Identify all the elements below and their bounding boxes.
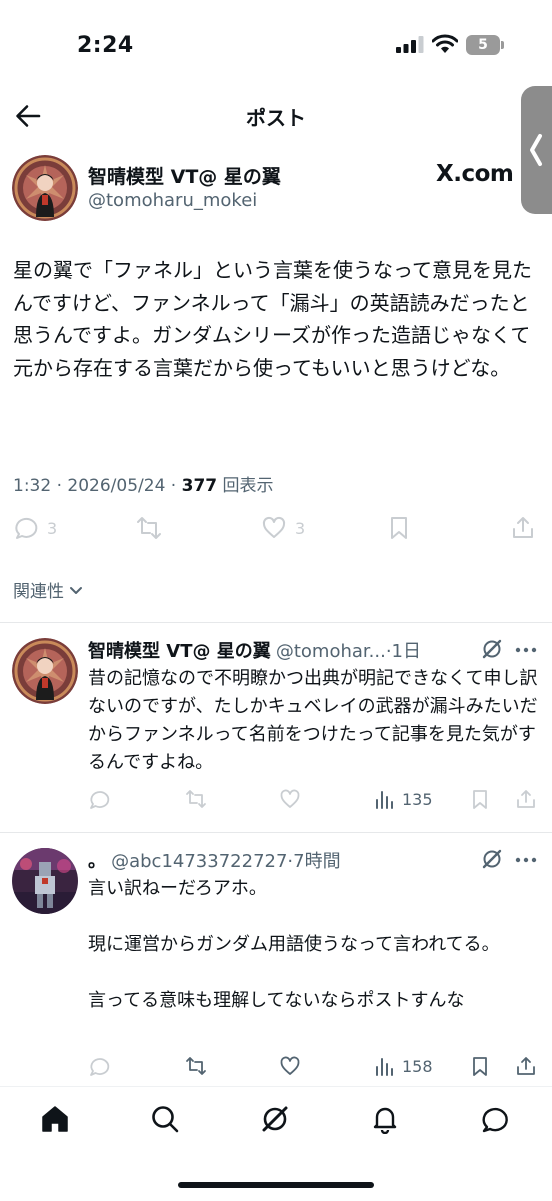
reply-button[interactable]: 3	[13, 515, 57, 541]
reply-author-name[interactable]: 智晴模型 VT@ 星の翼	[88, 641, 271, 662]
relevance-label: 関連性	[13, 582, 64, 602]
post-views-label: 回表示	[222, 476, 274, 496]
chevron-down-icon	[70, 586, 82, 594]
reply-views-count: 135	[402, 789, 433, 809]
battery-icon: 5	[466, 35, 506, 55]
reply-avatar[interactable]	[12, 638, 78, 704]
more-options-icon[interactable]	[514, 646, 538, 654]
heart-icon	[280, 789, 300, 808]
reply-icon	[90, 791, 110, 809]
author-name[interactable]: 智晴模型 VT@ 星の翼	[88, 162, 281, 189]
reply-actions: 158	[88, 1055, 548, 1083]
share-button[interactable]	[515, 788, 537, 810]
share-button[interactable]	[510, 515, 536, 541]
reply-text: 昔の記憶なので不明瞭かつ出典が明記できなくて申し訳ないのですが、たしかキュベレイ…	[88, 668, 538, 773]
bookmark-button[interactable]	[386, 515, 412, 541]
like-button[interactable]	[279, 1055, 301, 1077]
share-icon	[513, 517, 533, 538]
cellular-signal-icon	[396, 36, 424, 53]
more-options-icon[interactable]	[514, 856, 538, 864]
reply-age: 1日	[391, 641, 421, 662]
divider	[0, 832, 552, 833]
author-avatar[interactable]	[12, 155, 78, 221]
sort-relevance-dropdown[interactable]: 関連性	[13, 577, 84, 602]
divider	[0, 622, 552, 623]
post-text: 星の翼で「ファネル」という言葉を使うなって意見を見たんですけど、ファンネルって「…	[13, 258, 532, 380]
reply-header: 智晴模型 VT@ 星の翼 @tomohar...·1日	[88, 641, 421, 662]
repost-button[interactable]	[185, 1055, 207, 1077]
reply-text-line: 現に運営からガンダム用語使うなって言われてる。	[88, 934, 500, 955]
repost-icon	[186, 790, 206, 808]
search-icon[interactable]	[150, 1104, 180, 1134]
share-icon	[517, 1057, 535, 1075]
grok-icon[interactable]	[481, 638, 503, 660]
share-button[interactable]	[515, 1055, 537, 1077]
post-time: 1:32	[13, 476, 52, 496]
post-meta: 1:32 · 2026/05/24 · 377 回表示	[13, 476, 274, 496]
reply-count: 3	[47, 518, 58, 538]
reply-text-line: 言い訳ねーだろアホ。	[88, 878, 267, 899]
bell-icon[interactable]	[370, 1104, 400, 1134]
post-date: 2026/05/24	[67, 476, 166, 496]
reply-age: 7時間	[293, 851, 341, 872]
heart-icon	[262, 516, 286, 538]
reply-icon	[90, 1058, 110, 1076]
reply-author-name[interactable]: 。	[88, 851, 106, 872]
repost-button[interactable]	[185, 788, 207, 810]
like-count: 3	[295, 518, 306, 538]
views-button[interactable]: 135	[374, 788, 433, 810]
reply-views-count: 158	[402, 1056, 433, 1076]
status-time: 2:24	[77, 33, 134, 58]
home-icon[interactable]	[40, 1104, 70, 1134]
reply-actions: 135	[88, 788, 548, 816]
like-button[interactable]: 3	[261, 515, 305, 541]
bookmark-icon	[473, 1057, 487, 1076]
bookmark-button[interactable]	[469, 1055, 491, 1077]
bookmark-icon	[391, 517, 407, 539]
bookmark-icon	[473, 790, 487, 809]
heart-icon	[280, 1056, 300, 1075]
repost-button[interactable]	[136, 515, 162, 541]
home-indicator	[178, 1182, 374, 1188]
reply-header: 。 @abc14733722727·7時間	[88, 851, 341, 872]
page-title: ポスト	[246, 106, 306, 130]
views-button[interactable]: 158	[374, 1055, 433, 1077]
post-views-count: 377	[181, 476, 218, 496]
repost-icon	[186, 1057, 206, 1075]
reply-button[interactable]	[88, 788, 110, 810]
repost-icon	[137, 517, 161, 539]
reply-icon	[15, 517, 38, 539]
reply-text-line: 言ってる意味も理解してないならポストすんな	[88, 990, 465, 1011]
x-com-watermark: X.com	[436, 161, 514, 187]
share-icon	[517, 790, 535, 808]
post-actions: 3 3	[0, 515, 552, 545]
views-chart-icon	[376, 1058, 393, 1076]
reply-text: 言い訳ねーだろアホ。 現に運営からガンダム用語使うなって言われてる。 言ってる意…	[88, 875, 543, 1015]
views-chart-icon	[376, 791, 393, 809]
bookmark-button[interactable]	[469, 788, 491, 810]
messages-icon[interactable]	[480, 1104, 510, 1134]
chevron-left-icon[interactable]	[525, 131, 547, 169]
reply-author-handle[interactable]: @tomohar...	[276, 641, 386, 662]
author-handle[interactable]: @tomoharu_mokei	[88, 190, 257, 211]
like-button[interactable]	[279, 788, 301, 810]
reply-button[interactable]	[88, 1055, 110, 1077]
reply-author-handle[interactable]: @abc14733722727	[111, 851, 287, 872]
wifi-icon	[432, 34, 458, 53]
battery-level: 5	[466, 35, 500, 55]
grok-icon[interactable]	[481, 848, 503, 870]
grok-icon[interactable]	[260, 1104, 290, 1134]
reply-avatar[interactable]	[12, 848, 78, 914]
